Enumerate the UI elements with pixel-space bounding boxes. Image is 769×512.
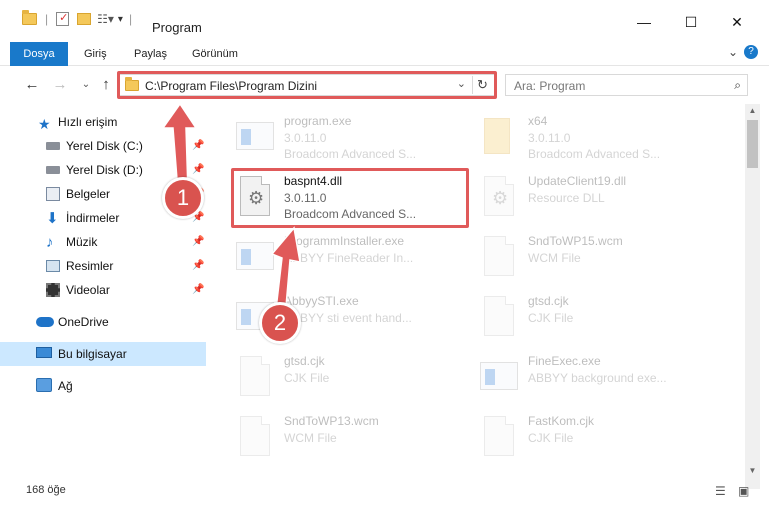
- status-bar: 168 öğe ☰ ▣: [0, 480, 769, 512]
- item-count: 168 öğe: [26, 484, 66, 496]
- details-view-icon[interactable]: ☰: [715, 484, 726, 498]
- annotation-arrows: [161, 102, 301, 319]
- step-badge-2: 2: [259, 302, 301, 344]
- step-badge-1: 1: [162, 177, 204, 219]
- large-icons-view-icon[interactable]: ▣: [738, 484, 749, 498]
